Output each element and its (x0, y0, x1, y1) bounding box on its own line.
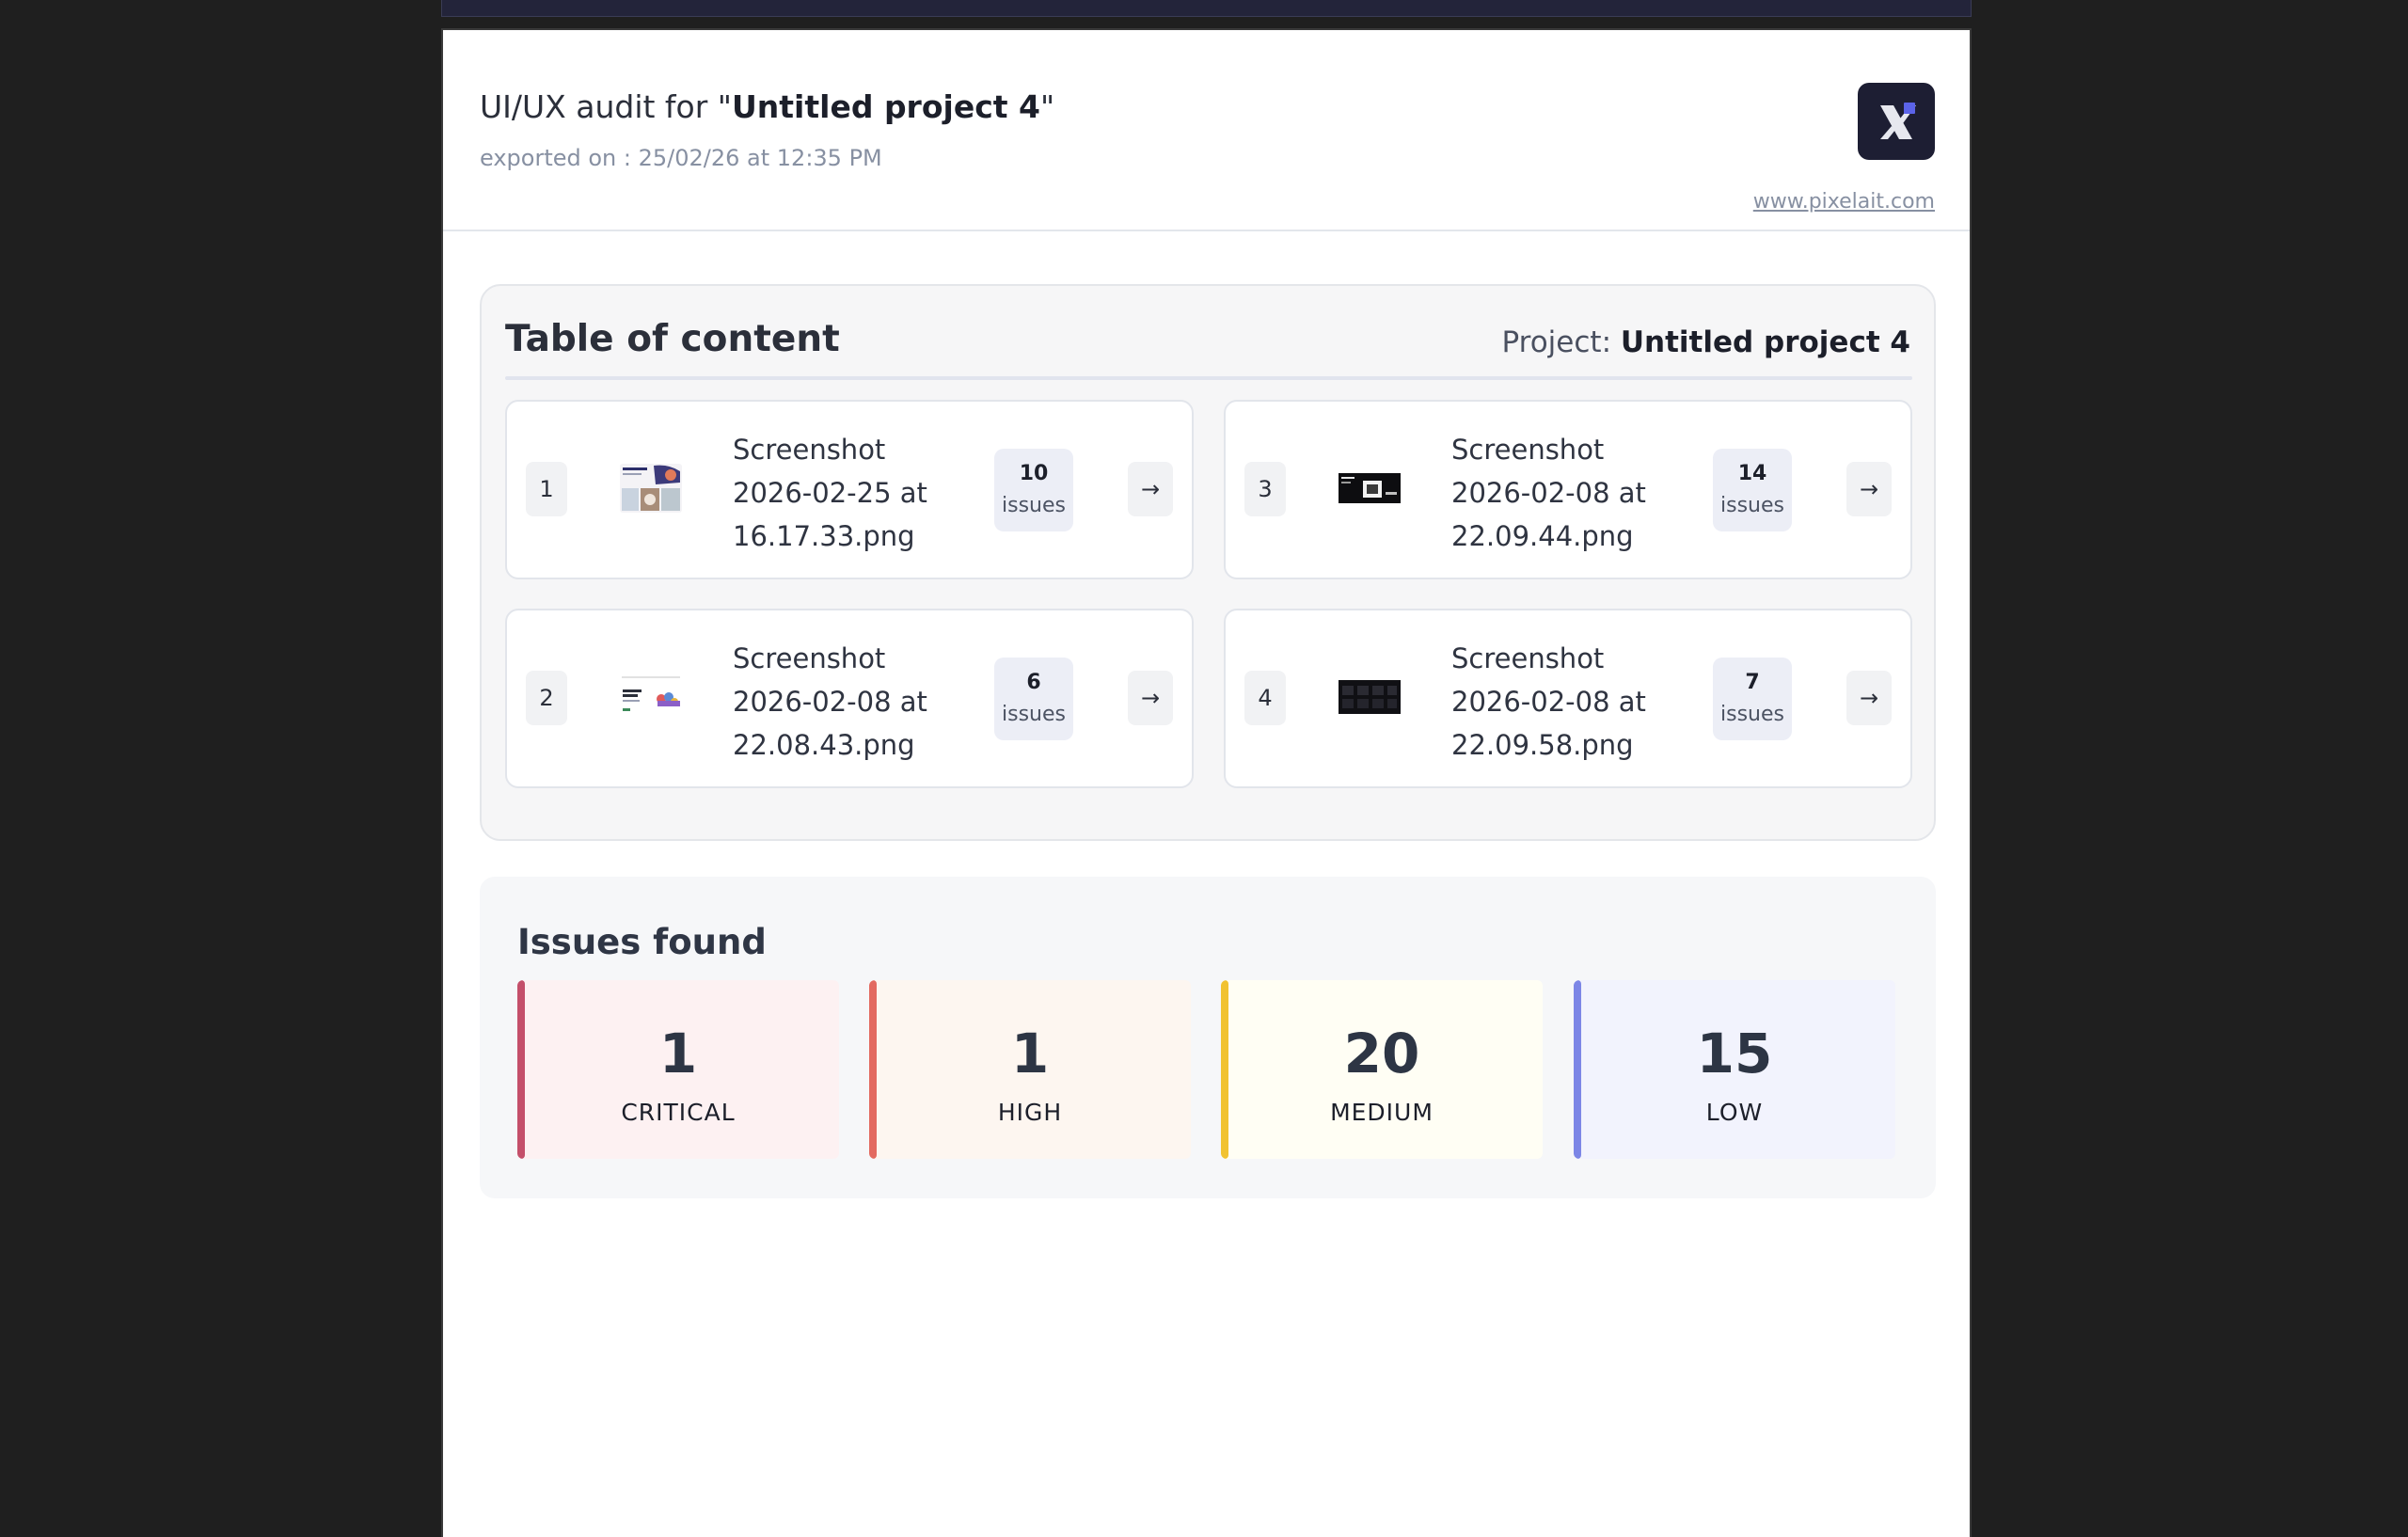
screenshot-name: Screenshot 2026-02-25 at 16.17.33.png (733, 434, 927, 552)
issues-count-badge: 10 issues (994, 449, 1073, 531)
severity-count: 20 (1343, 1022, 1420, 1085)
toc-card-4[interactable]: 4 Screenshot 2026-02-08 at 22.09.58.png (1224, 609, 1912, 788)
toc-title: Table of content (505, 318, 840, 360)
severity-label: HIGH (997, 1099, 1063, 1126)
title-suffix: " (1040, 88, 1055, 125)
open-arrow-button[interactable]: → (1128, 462, 1173, 516)
table-of-content: Table of content Project: Untitled proje… (480, 284, 1936, 841)
severity-label: MEDIUM (1330, 1099, 1434, 1126)
toc-divider (505, 376, 1912, 380)
issues-count-badge: 7 issues (1713, 658, 1792, 740)
issues-count: 6 (1026, 671, 1041, 694)
top-window-bar (441, 0, 1972, 17)
severity-count: 1 (658, 1022, 698, 1085)
severity-low: 15 LOW (1574, 980, 1895, 1159)
export-date: exported on : 25/02/26 at 12:35 PM (480, 145, 882, 171)
toc-card-2[interactable]: 2 Screenshot 2026-02-08 at 22.08.43.png (505, 609, 1194, 788)
report-page: UI/UX audit for "Untitled project 4" exp… (441, 28, 1972, 1537)
toc-card-1[interactable]: 1 Screenshot 2026-02-25 at 16.17.33.png … (505, 400, 1194, 579)
title-prefix: UI/UX audit for " (480, 88, 732, 125)
severity-critical: 1 CRITICAL (517, 980, 839, 1159)
report-header: UI/UX audit for "Untitled project 4" exp… (443, 30, 1970, 231)
card-index: 1 (526, 462, 567, 516)
severity-count: 15 (1696, 1022, 1773, 1085)
report-title: UI/UX audit for "Untitled project 4" (480, 88, 1054, 125)
issues-count-badge: 14 issues (1713, 449, 1792, 531)
title-project-name: Untitled project 4 (731, 88, 1040, 125)
screenshot-name: Screenshot 2026-02-08 at 22.09.58.png (1451, 642, 1646, 761)
screenshot-thumbnail (1339, 673, 1401, 721)
issues-count: 10 (1019, 462, 1049, 485)
severity-count: 1 (1010, 1022, 1050, 1085)
issues-count-badge: 6 issues (994, 658, 1073, 740)
issues-count: 14 (1737, 462, 1767, 485)
toc-card-3[interactable]: 3 Screenshot 2026-02-08 at 22.09.44.png … (1224, 400, 1912, 579)
severity-high: 1 HIGH (869, 980, 1191, 1159)
issues-title: Issues found (517, 922, 767, 962)
card-index: 2 (526, 671, 567, 725)
issues-count-label: issues (1002, 703, 1066, 726)
site-link[interactable]: www.pixelait.com (1753, 190, 1935, 214)
severity-label: LOW (1705, 1099, 1764, 1126)
screenshot-thumbnail (1339, 464, 1401, 513)
severity-medium: 20 MEDIUM (1221, 980, 1543, 1159)
screenshot-thumbnail (620, 673, 682, 721)
open-arrow-button[interactable]: → (1846, 671, 1892, 725)
toc-project: Project: Untitled project 4 (1502, 325, 1911, 359)
card-index: 4 (1244, 671, 1286, 725)
open-arrow-button[interactable]: → (1128, 671, 1173, 725)
card-index: 3 (1244, 462, 1286, 516)
issues-found-section: Issues found 1 CRITICAL 1 HIGH 20 MEDIUM… (480, 877, 1936, 1198)
screenshot-name: Screenshot 2026-02-08 at 22.09.44.png (1451, 434, 1646, 552)
issues-count-label: issues (1002, 494, 1066, 517)
screenshot-thumbnail (620, 464, 682, 513)
issues-count: 7 (1745, 671, 1760, 694)
issues-count-label: issues (1720, 494, 1784, 517)
toc-project-label: Project: (1501, 325, 1621, 359)
issues-count-label: issues (1720, 703, 1784, 726)
toc-project-name: Untitled project 4 (1620, 325, 1910, 359)
open-arrow-button[interactable]: → (1846, 462, 1892, 516)
screenshot-name: Screenshot 2026-02-08 at 22.08.43.png (733, 642, 927, 761)
severity-label: CRITICAL (621, 1099, 736, 1126)
pixelait-logo-icon (1858, 83, 1935, 160)
